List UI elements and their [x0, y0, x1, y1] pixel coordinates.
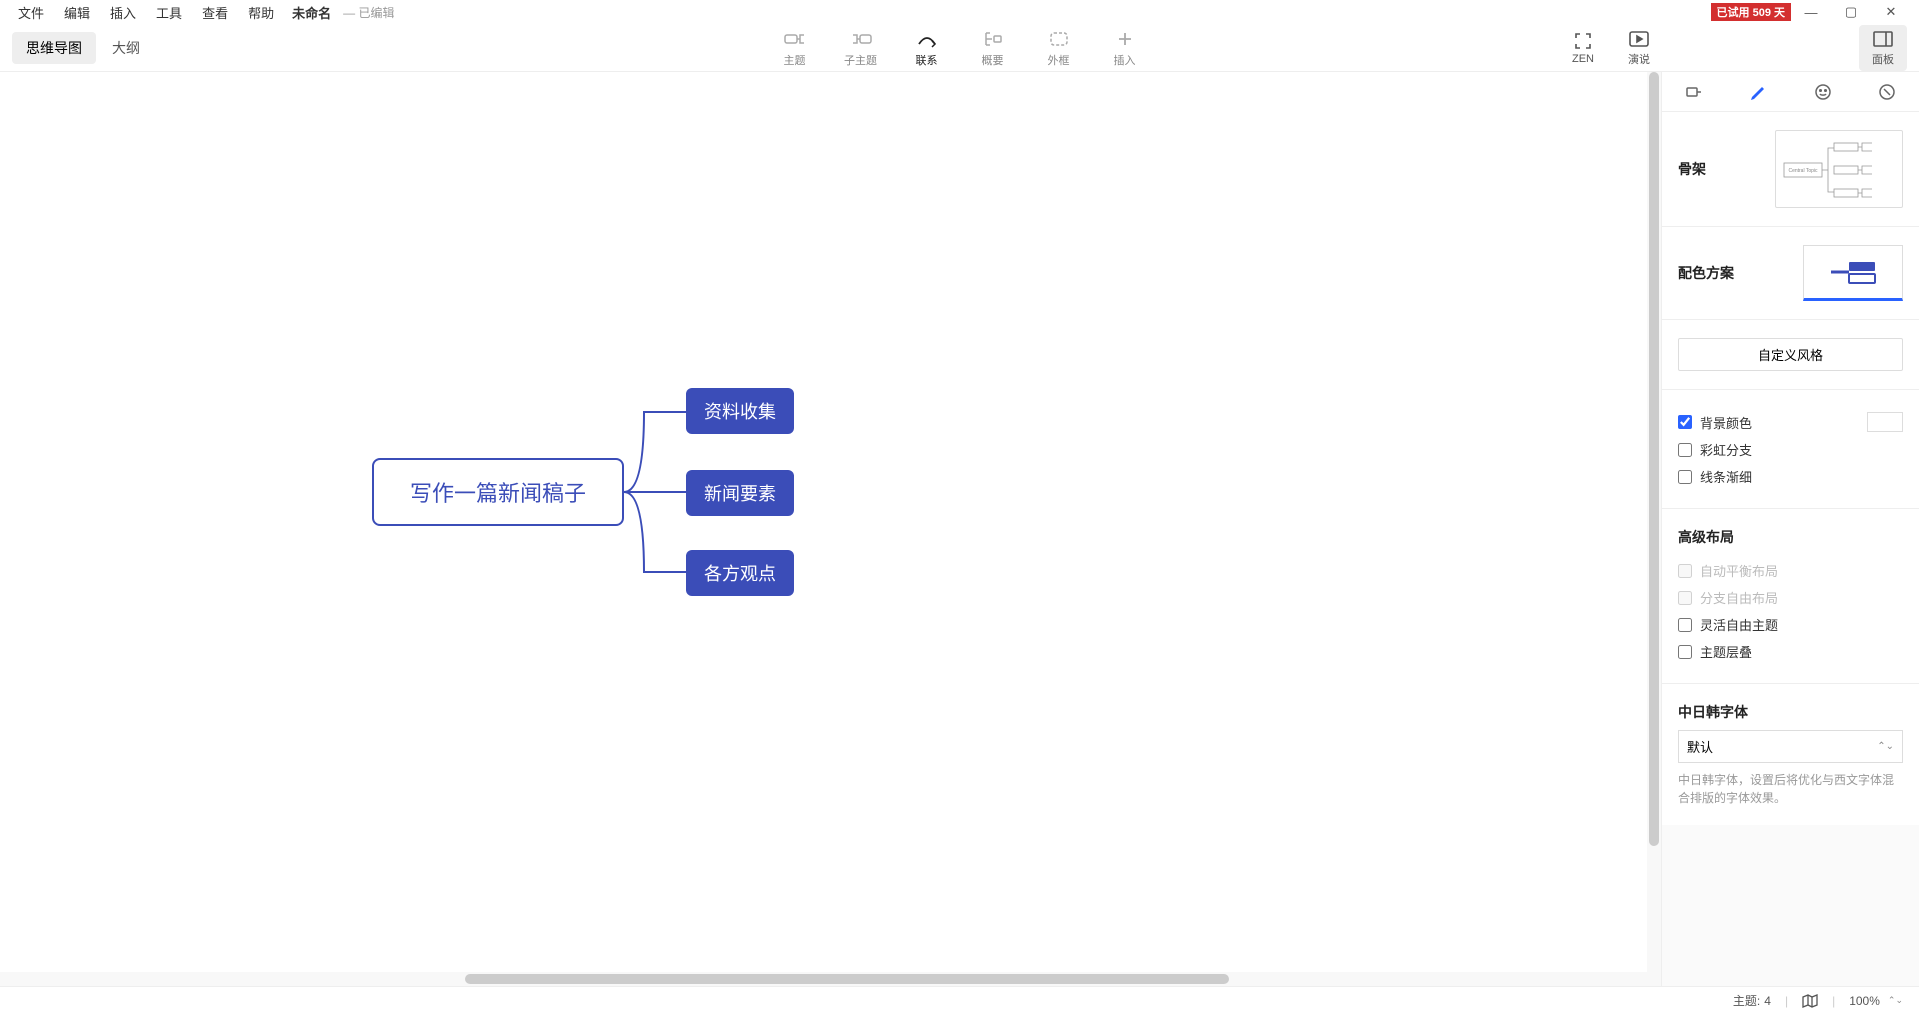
skeleton-label: 骨架 [1678, 159, 1706, 179]
menu-file[interactable]: 文件 [8, 1, 54, 24]
cjk-font-hint: 中日韩字体，设置后将优化与西文字体混合排版的字体效果。 [1678, 771, 1903, 807]
topic-icon [784, 28, 806, 50]
view-tab-mindmap[interactable]: 思维导图 [12, 32, 96, 64]
document-title: 未命名 [284, 1, 339, 24]
tool-summary-label: 概要 [982, 52, 1004, 68]
fullscreen-icon [1574, 31, 1592, 51]
auto-balance-checkbox: 自动平衡布局 [1678, 557, 1903, 584]
tool-summary[interactable]: 概要 [964, 28, 1022, 68]
tool-topic[interactable]: 主题 [766, 28, 824, 68]
tool-insert[interactable]: 插入 [1096, 28, 1154, 68]
statusbar: 主题: 4 | | 100% ⌃⌄ [0, 986, 1919, 1014]
tapered-checkbox[interactable]: 线条渐细 [1678, 463, 1903, 490]
bg-color-checkbox[interactable]: 背景颜色 [1678, 408, 1903, 436]
map-icon [1802, 994, 1818, 1008]
tool-zen[interactable]: ZEN [1559, 31, 1607, 65]
panel-tabs [1662, 72, 1919, 112]
tool-present[interactable]: 演说 [1615, 29, 1663, 67]
tool-insert-label: 插入 [1114, 52, 1136, 68]
free-topic-check-input[interactable] [1678, 618, 1692, 632]
tool-present-label: 演说 [1628, 51, 1650, 67]
panel-tab-emoji[interactable] [1807, 78, 1839, 106]
auto-balance-label: 自动平衡布局 [1700, 561, 1778, 580]
main-topic-2[interactable]: 新闻要素 [686, 470, 794, 516]
tool-zen-label: ZEN [1572, 53, 1594, 65]
canvas-vertical-scrollbar[interactable] [1647, 72, 1661, 972]
panel-tab-info[interactable] [1871, 78, 1903, 106]
tool-relationship[interactable]: 联系 [898, 28, 956, 68]
free-topic-label: 灵活自由主题 [1700, 615, 1778, 634]
relationship-icon [916, 28, 938, 50]
tool-subtopic-label: 子主题 [844, 52, 877, 68]
canvas-horizontal-scrollbar[interactable] [0, 972, 1661, 986]
chevron-updown-icon: ⌃⌄ [1877, 741, 1894, 752]
tool-topic-label: 主题 [784, 52, 806, 68]
bg-color-swatch[interactable] [1867, 412, 1903, 432]
connector-lines [624, 388, 686, 596]
main-topic-1[interactable]: 资料收集 [686, 388, 794, 434]
rainbow-check-input[interactable] [1678, 443, 1692, 457]
trial-badge[interactable]: 已试用 509 天 [1711, 3, 1791, 21]
document-status: — 已编辑 [339, 2, 398, 23]
canvas[interactable]: 写作一篇新闻稿子 资料收集 新闻要素 各方观点 [0, 72, 1661, 986]
format-panel: 骨架 Central Topic 配色方案 自定义风格 背景颜色 [1661, 72, 1919, 986]
play-icon [1629, 29, 1649, 49]
panel-icon [1873, 29, 1893, 49]
window-maximize-button[interactable]: ▢ [1831, 4, 1871, 20]
auto-balance-check-input [1678, 564, 1692, 578]
advanced-layout-label: 高级布局 [1678, 527, 1903, 547]
zoom-control[interactable]: 100% ⌃⌄ [1849, 994, 1903, 1008]
cjk-font-select[interactable]: 默认 ⌃⌄ [1678, 730, 1903, 763]
free-branch-check-input [1678, 591, 1692, 605]
plus-icon [1116, 28, 1134, 50]
main-topic-3[interactable]: 各方观点 [686, 550, 794, 596]
rainbow-label: 彩虹分支 [1700, 440, 1752, 459]
rainbow-checkbox[interactable]: 彩虹分支 [1678, 436, 1903, 463]
window-close-button[interactable]: ✕ [1871, 4, 1911, 20]
tool-relationship-label: 联系 [916, 52, 938, 68]
free-branch-checkbox: 分支自由布局 [1678, 584, 1903, 611]
tapered-check-input[interactable] [1678, 470, 1692, 484]
tool-panel-label: 面板 [1872, 51, 1894, 67]
menu-help[interactable]: 帮助 [238, 1, 284, 24]
tool-panel[interactable]: 面板 [1859, 25, 1907, 71]
tool-subtopic[interactable]: 子主题 [832, 28, 890, 68]
menu-edit[interactable]: 编辑 [54, 1, 100, 24]
tool-boundary-label: 外框 [1048, 52, 1070, 68]
free-branch-label: 分支自由布局 [1700, 588, 1778, 607]
cjk-font-value: 默认 [1687, 737, 1713, 756]
custom-style-button[interactable]: 自定义风格 [1678, 338, 1903, 371]
tool-boundary[interactable]: 外框 [1030, 28, 1088, 68]
overlap-check-input[interactable] [1678, 645, 1692, 659]
panel-tab-style[interactable] [1742, 78, 1774, 106]
cjk-font-label: 中日韩字体 [1678, 702, 1903, 722]
bg-color-check-input[interactable] [1678, 415, 1692, 429]
menu-tools[interactable]: 工具 [146, 1, 192, 24]
zoom-value: 100% [1849, 994, 1880, 1008]
svg-text:Central Topic: Central Topic [1788, 168, 1818, 174]
menubar: 文件 编辑 插入 工具 查看 帮助 未命名 — 已编辑 已试用 509 天 — … [0, 0, 1919, 24]
toolbar: 思维导图 大纲 主题 子主题 联系 概要 外框 插入 Z [0, 24, 1919, 72]
tapered-label: 线条渐细 [1700, 467, 1752, 486]
skeleton-selector[interactable]: Central Topic [1775, 130, 1903, 208]
chevron-updown-icon: ⌃⌄ [1888, 995, 1903, 1006]
subtopic-icon [850, 28, 872, 50]
free-topic-checkbox[interactable]: 灵活自由主题 [1678, 611, 1903, 638]
summary-icon [982, 28, 1004, 50]
overlap-checkbox[interactable]: 主题层叠 [1678, 638, 1903, 665]
boundary-icon [1048, 28, 1070, 50]
map-overview-button[interactable] [1802, 994, 1818, 1008]
menu-insert[interactable]: 插入 [100, 1, 146, 24]
menu-view[interactable]: 查看 [192, 1, 238, 24]
central-topic[interactable]: 写作一篇新闻稿子 [372, 458, 624, 526]
view-tab-outline[interactable]: 大纲 [98, 32, 154, 64]
panel-tab-map[interactable] [1678, 78, 1710, 106]
topic-count: 主题: 4 [1733, 992, 1771, 1009]
color-scheme-label: 配色方案 [1678, 263, 1734, 283]
color-scheme-selector[interactable] [1803, 245, 1903, 301]
overlap-label: 主题层叠 [1700, 642, 1752, 661]
bg-color-label: 背景颜色 [1700, 413, 1752, 432]
window-minimize-button[interactable]: — [1791, 5, 1831, 20]
